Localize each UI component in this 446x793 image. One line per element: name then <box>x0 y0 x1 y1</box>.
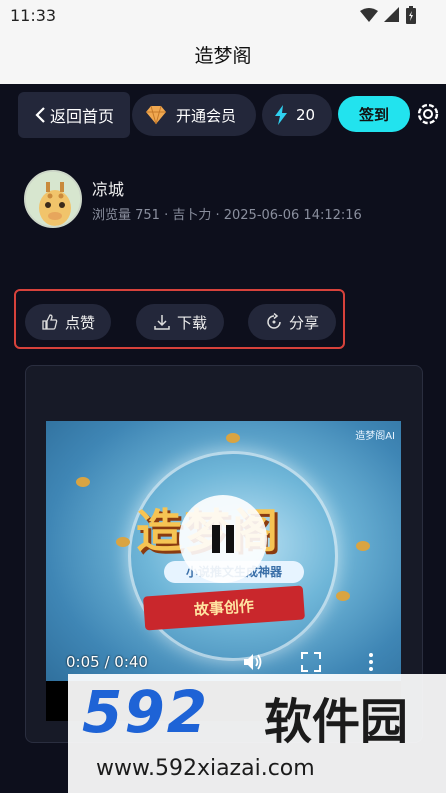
app-title-bar: 造梦阁 <box>0 32 446 84</box>
status-icons <box>360 6 416 24</box>
coin-decoration <box>356 541 370 551</box>
coin-decoration <box>336 591 350 601</box>
actions-highlight-box: 点赞 下载 分享 <box>14 289 345 349</box>
share-icon <box>267 313 281 329</box>
coin-decoration <box>76 477 90 487</box>
fullscreen-icon[interactable] <box>300 651 322 673</box>
watermark-name: 软件园 <box>264 694 409 750</box>
energy-count: 20 <box>296 106 316 124</box>
energy-balance-button[interactable]: 20 <box>262 94 332 136</box>
settings-gear-icon[interactable] <box>414 100 442 128</box>
more-options-icon[interactable] <box>360 651 382 673</box>
pause-button[interactable] <box>179 495 267 583</box>
volume-icon[interactable] <box>242 651 264 673</box>
diamond-icon <box>146 105 166 125</box>
back-home-button[interactable]: 返回首页 <box>18 92 130 138</box>
signal-icon <box>384 7 399 22</box>
lightning-icon <box>275 105 287 125</box>
back-home-label: 返回首页 <box>49 107 114 126</box>
coin-decoration <box>226 433 240 443</box>
status-bar: 11:33 <box>0 0 446 32</box>
share-label: 分享 <box>288 313 319 332</box>
video-brand-mark: 造梦阁AI <box>355 431 395 442</box>
like-label: 点赞 <box>64 313 95 332</box>
watermark-number: 592 <box>82 678 210 746</box>
thumbs-up-icon <box>42 314 58 330</box>
author-name[interactable]: 凉城 <box>92 176 124 200</box>
pause-bar <box>226 525 234 553</box>
signin-label: 签到 <box>358 105 389 124</box>
watermark-url: www.592xiazai.com <box>96 756 315 781</box>
avatar[interactable] <box>24 170 82 228</box>
like-button[interactable]: 点赞 <box>25 304 111 340</box>
video-time-readout: 0:05 / 0:40 <box>66 653 148 671</box>
battery-icon <box>406 6 416 24</box>
chevron-left-icon <box>35 107 45 123</box>
site-watermark: 592 软件园 www.592xiazai.com <box>68 674 446 793</box>
download-label: 下载 <box>176 313 207 332</box>
top-toolbar: 返回首页 开通会员 20 签到 <box>0 84 446 144</box>
signin-button[interactable]: 签到 <box>338 96 410 132</box>
pause-bar <box>212 525 220 553</box>
share-button[interactable]: 分享 <box>248 304 336 340</box>
status-time: 11:33 <box>10 6 57 25</box>
download-icon <box>154 315 170 330</box>
post-meta: 浏览量 751 · 吉卜力 · 2025-06-06 14:12:16 <box>92 208 362 223</box>
download-button[interactable]: 下载 <box>136 304 224 340</box>
coin-decoration <box>116 537 130 547</box>
vip-button[interactable]: 开通会员 <box>132 94 256 136</box>
giraffe-avatar-icon <box>26 172 80 226</box>
app-title: 造梦阁 <box>194 45 252 67</box>
wifi-icon <box>360 8 378 22</box>
author-row: 凉城 浏览量 751 · 吉卜力 · 2025-06-06 14:12:16 <box>24 170 424 230</box>
vip-label: 开通会员 <box>176 106 237 125</box>
